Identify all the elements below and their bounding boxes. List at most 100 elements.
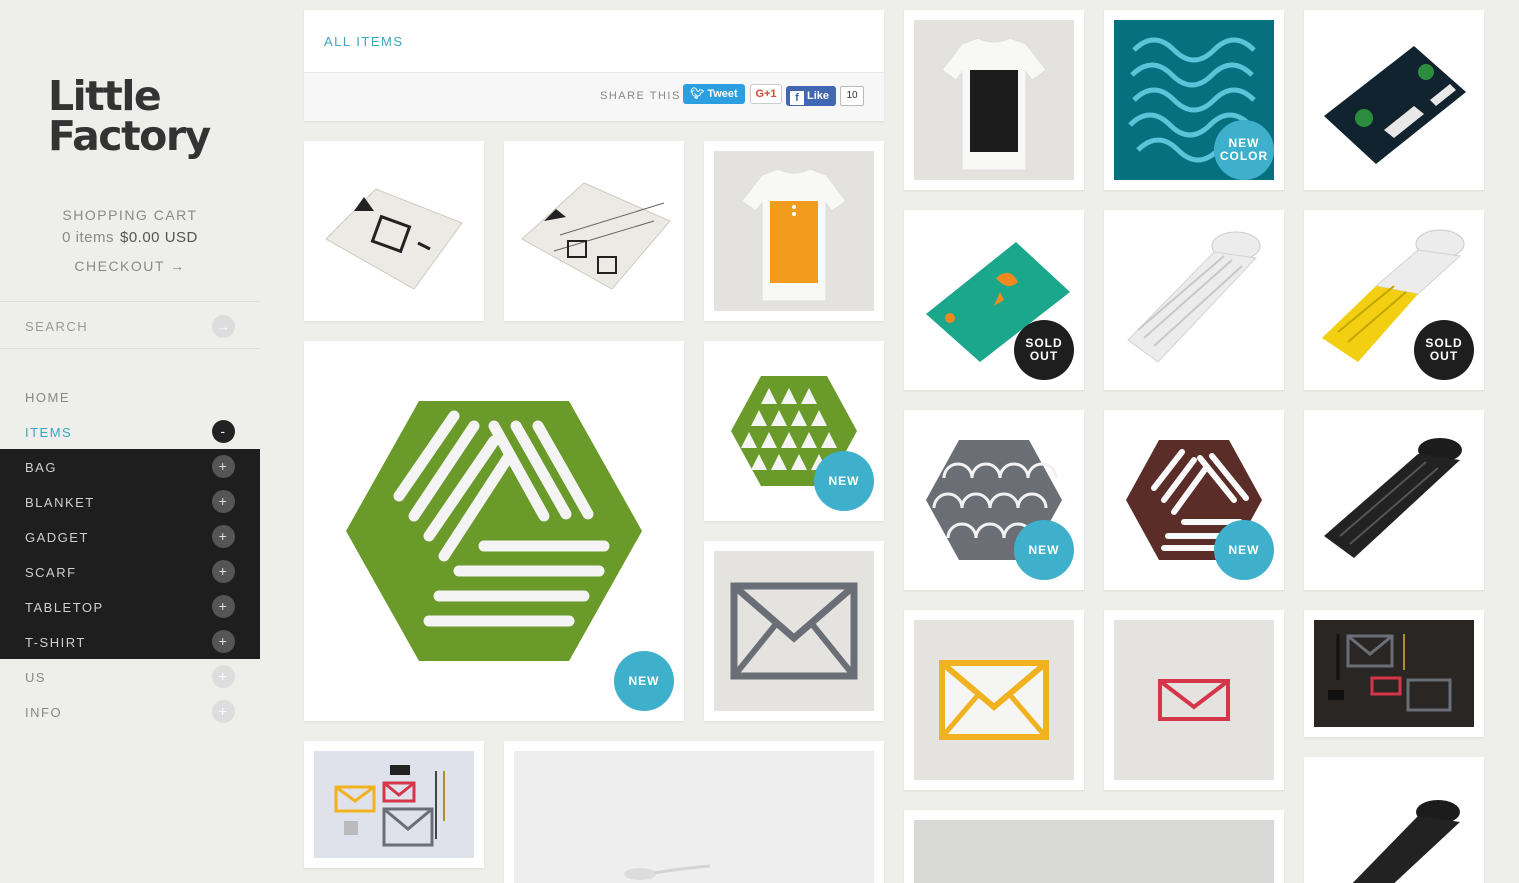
product-image: [914, 20, 1074, 180]
expand-icon[interactable]: +: [212, 455, 235, 478]
expand-icon[interactable]: +: [212, 560, 235, 583]
product-card-laundry-towel-1[interactable]: [304, 141, 484, 321]
desk-flatlay-image: [334, 765, 445, 847]
product-card-grey-wave-hex-trivet[interactable]: NEW: [904, 410, 1084, 590]
nav-item-blanket[interactable]: BLANKET +: [0, 484, 260, 519]
nav-item-label: ITEMS: [25, 425, 73, 440]
product-card-spoon[interactable]: [504, 741, 884, 883]
folded-scarf-image: [1324, 46, 1466, 164]
expand-icon[interactable]: +: [212, 630, 235, 653]
logo-line-2: Factory: [48, 112, 211, 160]
share-bar: SHARE THIS 🐦︎ Tweet G+1 f Like 10: [304, 72, 884, 121]
product-card-black-tshirt[interactable]: [904, 10, 1084, 190]
share-label: SHARE THIS: [600, 90, 681, 102]
expand-icon[interactable]: +: [212, 490, 235, 513]
product-card-black-letter-scarf[interactable]: [1304, 410, 1484, 590]
spoon-image: [624, 864, 711, 880]
twitter-icon: 🐦︎: [690, 88, 708, 100]
checkout-link[interactable]: CHECKOUT →: [0, 258, 260, 274]
nav-item-label: INFO: [25, 705, 63, 720]
product-image: [514, 751, 874, 883]
badge-line: SOLD: [1025, 336, 1063, 350]
product-image: [314, 751, 474, 858]
product-card-yellow-envelope[interactable]: [904, 610, 1084, 790]
nav-item-info[interactable]: INFO +: [0, 694, 260, 729]
product-card-laundry-towel-2[interactable]: [504, 141, 684, 321]
items-submenu: BAG + BLANKET + GADGET + SCARF + TABLETOP + T…: [0, 449, 260, 659]
product-card-green-hex-trivet-large[interactable]: NEW: [304, 341, 684, 721]
product-image: [1314, 20, 1474, 180]
nav-item-label: GADGET: [25, 530, 89, 545]
product-card-folded-scarf-navy[interactable]: [1304, 10, 1484, 190]
tweet-button[interactable]: 🐦︎ Tweet: [683, 84, 745, 104]
product-image: [314, 351, 674, 711]
search-label[interactable]: SEARCH: [25, 319, 88, 334]
nav-item-bag[interactable]: BAG +: [0, 449, 260, 484]
collection-header: ALL ITEMS SHARE THIS 🐦︎ Tweet G+1 f Like …: [304, 10, 884, 121]
facebook-like-button[interactable]: f Like: [786, 86, 836, 106]
grey-envelope-image: [730, 582, 858, 680]
new-badge: NEW: [1014, 520, 1074, 580]
expand-icon[interactable]: +: [212, 595, 235, 618]
red-envelope-image: [1158, 679, 1230, 721]
logo[interactable]: Little Factory: [48, 72, 211, 160]
nav-item-gadget[interactable]: GADGET +: [0, 519, 260, 554]
product-image: [1314, 620, 1474, 727]
green-hex-trivet-image: [346, 401, 642, 661]
product-card-letter-blanket-teal[interactable]: NEW COLOR: [1104, 10, 1284, 190]
product-card-brown-hex-trivet[interactable]: NEW: [1104, 410, 1284, 590]
new-badge: NEW: [1214, 520, 1274, 580]
logo-line-1: Little: [48, 72, 162, 120]
product-card-desk-flatlay[interactable]: [304, 741, 484, 868]
expand-icon[interactable]: +: [212, 525, 235, 548]
badge-line: OUT: [1029, 349, 1059, 363]
product-card-white-letter-scarf[interactable]: [1104, 210, 1284, 390]
yellow-envelope-image: [939, 660, 1049, 740]
facebook-like-count: 10: [840, 86, 864, 106]
nav-item-t-shirt[interactable]: T-SHIRT +: [0, 624, 260, 659]
laundry-towel-image: [521, 182, 671, 290]
badge-line: COLOR: [1219, 149, 1269, 163]
nav-item-label: BLANKET: [25, 495, 95, 510]
collection-title[interactable]: ALL ITEMS: [324, 34, 403, 49]
collapse-icon[interactable]: -: [212, 420, 235, 443]
cart-item-count: 0 items: [62, 229, 114, 246]
nav-item-us[interactable]: US +: [0, 659, 260, 694]
badge-line: SOLD: [1425, 336, 1463, 350]
product-card-orange-tshirt[interactable]: [704, 141, 884, 321]
product-image: [714, 551, 874, 711]
product-card-yellow-letter-scarf[interactable]: SOLD OUT: [1304, 210, 1484, 390]
nav-item-scarf[interactable]: SCARF +: [0, 554, 260, 589]
sidebar: Little Factory SHOPPING CART 0 items $0.0…: [0, 0, 260, 883]
nav-item-label: SCARF: [25, 565, 77, 580]
product-image: [1114, 220, 1274, 380]
product-card-black-letter-roll[interactable]: [1304, 757, 1484, 883]
product-card-envelope-set-dark[interactable]: [1304, 610, 1484, 737]
like-label: Like: [807, 90, 830, 102]
badge-line: OUT: [1429, 349, 1459, 363]
laundry-towel-image: [325, 188, 463, 290]
product-image: [1114, 620, 1274, 780]
black-letter-scarf-image: [1324, 438, 1462, 558]
black-tshirt-image: [941, 37, 1047, 171]
nav-item-items[interactable]: ITEMS -: [0, 414, 260, 449]
expand-icon[interactable]: +: [212, 700, 235, 723]
search-bar[interactable]: SEARCH →: [0, 301, 260, 349]
expand-icon[interactable]: +: [212, 665, 235, 688]
cart-title[interactable]: SHOPPING CART: [0, 207, 260, 223]
product-card-grey-envelope[interactable]: [704, 541, 884, 721]
category-nav: HOME ITEMS - BAG + BLANKET + GADGET + SCARF…: [0, 379, 260, 729]
sold-out-badge: SOLD OUT: [1414, 320, 1474, 380]
product-card-goldfish-towel[interactable]: SOLD OUT: [904, 210, 1084, 390]
google-plus-button[interactable]: G+1: [750, 84, 782, 104]
search-submit-icon[interactable]: →: [212, 315, 235, 338]
nav-item-label: T-SHIRT: [25, 635, 86, 650]
product-image: [1314, 767, 1474, 883]
cart-total: $0.00 USD: [119, 229, 198, 246]
nav-item-tabletop[interactable]: TABLETOP +: [0, 589, 260, 624]
product-card-red-envelope[interactable]: [1104, 610, 1284, 790]
orange-tshirt-image: [741, 168, 847, 302]
product-card-green-hex-trivet-small[interactable]: NEW: [704, 341, 884, 521]
product-card-grey-panel[interactable]: [904, 810, 1284, 883]
nav-item-home[interactable]: HOME: [0, 379, 260, 414]
